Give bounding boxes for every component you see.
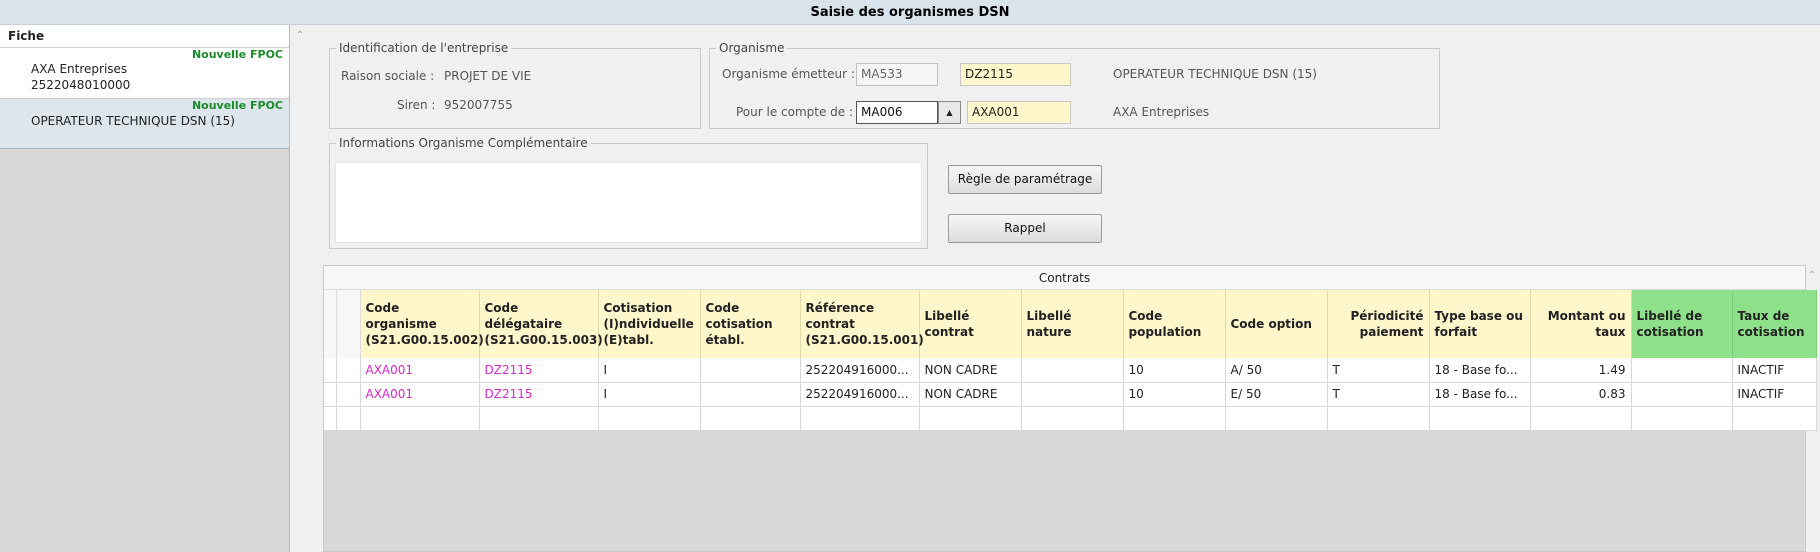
card-title: AXA Entreprises <box>31 62 128 76</box>
compte-label: Pour le compte de : <box>736 105 854 119</box>
cell-libelle-nature[interactable] <box>1021 382 1124 407</box>
contrats-header-row: Code organisme (S21.G00.15.002) Code dél… <box>324 290 1817 358</box>
compte-code-field[interactable]: MA006 <box>856 101 938 124</box>
fiche-card-axa[interactable]: Nouvelle FPOC AXA Entreprises 2522048010… <box>0 48 289 99</box>
cell-reference-contrat[interactable]: 252204916000... <box>800 358 920 383</box>
fiche-card-operateur[interactable]: Nouvelle FPOC OPERATEUR TECHNIQUE DSN (1… <box>0 99 289 149</box>
col-code-cotisation[interactable]: Code cotisation établ. <box>700 290 801 358</box>
siren-value: 952007755 <box>444 98 513 112</box>
cell-code-organisme[interactable]: AXA001 <box>360 358 480 383</box>
scroll-up-icon[interactable]: ⌃ <box>296 30 308 42</box>
infos-legend: Informations Organisme Complémentaire <box>336 136 591 150</box>
cell-code-delegataire[interactable]: DZ2115 <box>479 382 599 407</box>
col-code-organisme[interactable]: Code organisme (S21.G00.15.002) <box>360 290 484 358</box>
table-row[interactable]: AXA001 DZ2115 I 252204916000... NON CADR… <box>324 358 1817 383</box>
row-stub <box>324 290 337 358</box>
col-code-delegataire[interactable]: Code délégataire (S21.G00.15.003) <box>479 290 603 358</box>
row-selector[interactable] <box>336 382 361 407</box>
table-scroll-up-icon[interactable]: ⌃ <box>1808 270 1816 281</box>
raison-label: Raison sociale : <box>341 69 435 83</box>
siren-label: Siren : <box>397 98 436 112</box>
card-subtitle: 2522048010000 <box>31 78 131 92</box>
triangle-up-icon: ▲ <box>946 108 953 117</box>
cell-type-base[interactable]: 18 - Base fo... <box>1429 382 1531 407</box>
card-badge: Nouvelle FPOC <box>191 99 283 112</box>
cell-code-population[interactable]: 10 <box>1123 382 1226 407</box>
col-libelle-nature[interactable]: Libellé nature <box>1021 290 1124 358</box>
infos-textarea[interactable] <box>335 162 922 243</box>
card-title: OPERATEUR TECHNIQUE DSN (15) <box>31 114 235 128</box>
cell-code-organisme[interactable]: AXA001 <box>360 382 480 407</box>
rappel-button[interactable]: Rappel <box>948 214 1102 243</box>
col-periodicite[interactable]: Périodicité paiement <box>1327 290 1430 358</box>
col-code-population[interactable]: Code population <box>1123 290 1226 358</box>
emetteur-name: OPERATEUR TECHNIQUE DSN (15) <box>1113 67 1317 81</box>
col-taux-cotisation[interactable]: Taux de cotisation <box>1732 290 1817 358</box>
row-selector[interactable] <box>336 358 361 383</box>
contrats-table: Code organisme (S21.G00.15.002) Code dél… <box>324 290 1817 431</box>
cell-code-population[interactable]: 10 <box>1123 358 1226 383</box>
cell-libelle-contrat[interactable]: NON CADRE <box>919 382 1022 407</box>
col-cotisation[interactable]: Cotisation (I)ndividuelle (E)tabl. <box>598 290 701 358</box>
identification-group: Identification de l'entreprise Raison so… <box>329 41 701 129</box>
row-stub <box>324 358 337 383</box>
compte-lookup-button[interactable]: ▲ <box>938 101 961 124</box>
fiche-header: Fiche <box>0 25 289 48</box>
table-row-new[interactable] <box>324 406 1817 431</box>
compte-code2-field[interactable]: AXA001 <box>967 101 1071 124</box>
emetteur-code2-field[interactable]: DZ2115 <box>960 63 1071 86</box>
raison-value: PROJET DE VIE <box>444 69 532 83</box>
identification-legend: Identification de l'entreprise <box>336 41 512 55</box>
cell-type-base[interactable]: 18 - Base fo... <box>1429 358 1531 383</box>
cell-code-cotisation[interactable] <box>700 382 801 407</box>
col-montant[interactable]: Montant ou taux <box>1530 290 1632 358</box>
col-libelle-cotisation[interactable]: Libellé de cotisation <box>1631 290 1733 358</box>
organisme-group: Organisme Organisme émetteur : MA533 DZ2… <box>709 41 1440 129</box>
window-title: Saisie des organismes DSN <box>0 0 1820 25</box>
cell-cotisation[interactable]: I <box>598 382 701 407</box>
emetteur-label: Organisme émetteur : <box>722 67 855 81</box>
col-reference-contrat[interactable]: Référence contrat (S21.G00.15.001) <box>800 290 924 358</box>
cell-code-cotisation[interactable] <box>700 358 801 383</box>
compte-name: AXA Entreprises <box>1113 105 1210 119</box>
cell-reference-contrat[interactable]: 252204916000... <box>800 382 920 407</box>
row-selector-header <box>336 290 361 358</box>
contrats-title: Contrats <box>324 266 1805 290</box>
cell-montant[interactable]: 0.83 <box>1530 382 1632 407</box>
row-stub <box>324 382 337 407</box>
cell-taux-cotisation[interactable]: INACTIF <box>1732 358 1817 383</box>
cell-code-option[interactable]: E/ 50 <box>1225 382 1328 407</box>
regle-parametrage-button[interactable]: Règle de paramétrage <box>948 165 1102 194</box>
cell-libelle-cotisation[interactable] <box>1631 382 1733 407</box>
cell-code-option[interactable]: A/ 50 <box>1225 358 1328 383</box>
cell-taux-cotisation[interactable]: INACTIF <box>1732 382 1817 407</box>
organisme-legend: Organisme <box>716 41 788 55</box>
card-badge: Nouvelle FPOC <box>191 48 283 61</box>
contrats-panel: Contrats Code organisme (S21.G00.15.002)… <box>323 265 1817 552</box>
cell-cotisation[interactable]: I <box>598 358 701 383</box>
fiche-panel: Fiche Nouvelle FPOC AXA Entreprises 2522… <box>0 25 290 552</box>
cell-periodicite[interactable]: T <box>1327 358 1430 383</box>
cell-montant[interactable]: 1.49 <box>1530 358 1632 383</box>
emetteur-code-field: MA533 <box>856 63 938 86</box>
cell-libelle-cotisation[interactable] <box>1631 358 1733 383</box>
table-row[interactable]: AXA001 DZ2115 I 252204916000... NON CADR… <box>324 382 1817 407</box>
col-code-option[interactable]: Code option <box>1225 290 1328 358</box>
cell-libelle-contrat[interactable]: NON CADRE <box>919 358 1022 383</box>
infos-group: Informations Organisme Complémentaire <box>329 136 928 249</box>
cell-periodicite[interactable]: T <box>1327 382 1430 407</box>
cell-code-delegataire[interactable]: DZ2115 <box>479 358 599 383</box>
col-type-base[interactable]: Type base ou forfait <box>1429 290 1531 358</box>
col-libelle-contrat[interactable]: Libellé contrat <box>919 290 1022 358</box>
cell-libelle-nature[interactable] <box>1021 358 1124 383</box>
